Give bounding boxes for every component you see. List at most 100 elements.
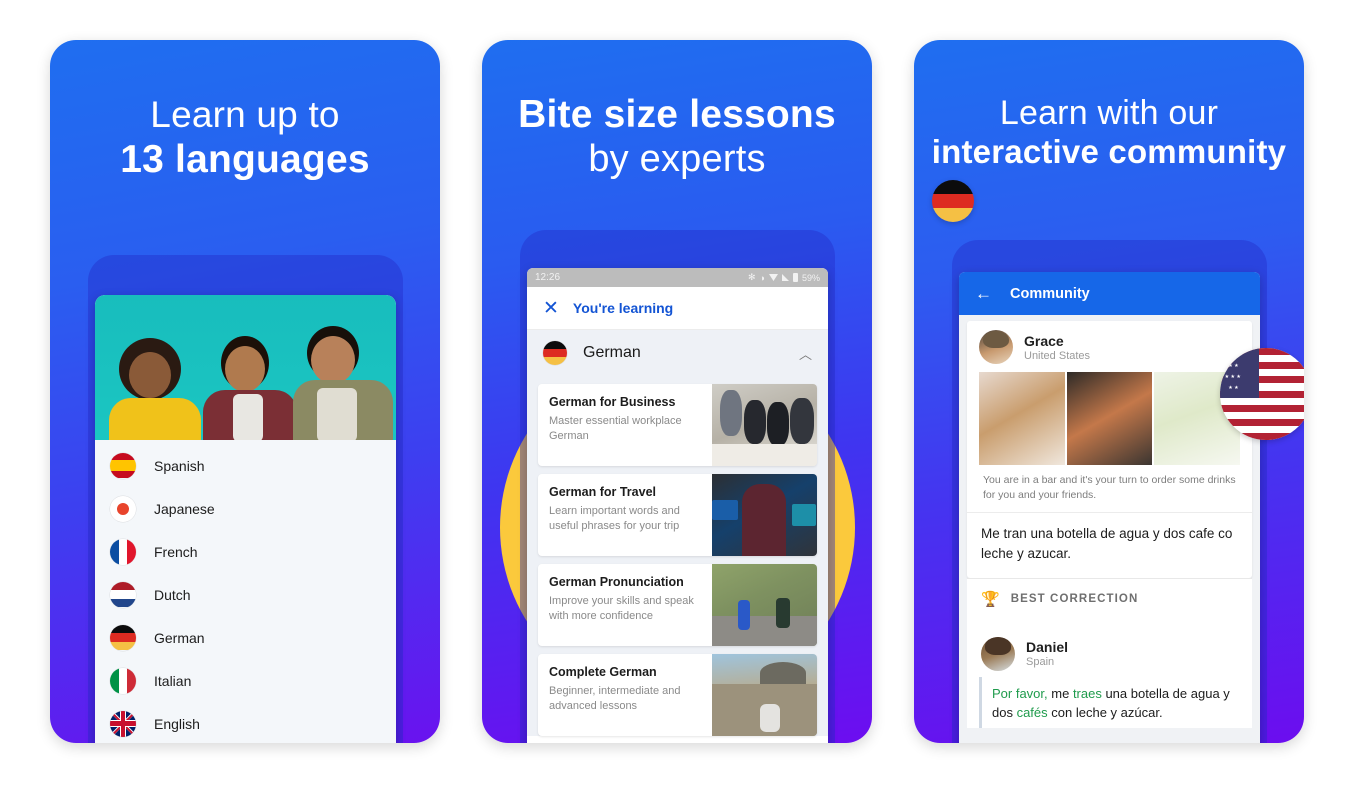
- lesson-title: German for Travel: [549, 485, 656, 499]
- panel-3-headline: Learn with our interactive community: [914, 40, 1304, 172]
- best-correction-label: BEST CORRECTION: [1010, 592, 1139, 605]
- best-correction-bar: 🏆 BEST CORRECTION: [967, 577, 1252, 619]
- phone-mockup-community: ← Community Grace United States You are …: [959, 272, 1260, 743]
- selected-language-label: German: [583, 344, 641, 361]
- panel-2-headline: Bite size lessons by experts: [482, 40, 872, 181]
- headline-line-2: 13 languages: [120, 137, 370, 181]
- germany-flag-icon: [110, 624, 136, 651]
- close-icon[interactable]: ✕: [543, 299, 559, 318]
- correction-highlight-1: Por favor,: [992, 685, 1048, 701]
- list-item[interactable]: Japanese: [95, 487, 396, 530]
- correction-highlight-2: traes: [1072, 685, 1102, 701]
- android-status-bar: 12:26 ✻ ◑ 59%: [527, 268, 828, 287]
- list-item[interactable]: German: [95, 616, 396, 659]
- author-country: Spain: [1026, 656, 1055, 669]
- hero-photo-friends: [95, 295, 396, 440]
- panel-1-headline: Learn up to 13 languages: [50, 40, 440, 182]
- correction-highlight-3: cafés: [1016, 704, 1048, 720]
- list-item[interactable]: Italian: [95, 659, 396, 702]
- france-flag-icon: [110, 538, 136, 565]
- back-arrow-icon[interactable]: ←: [975, 284, 992, 304]
- list-item[interactable]: German for Travel Learn important words …: [538, 474, 817, 556]
- signal-icon: [781, 274, 789, 281]
- status-icons: ✻ ◑ 59%: [748, 272, 820, 283]
- language-label: Dutch: [154, 586, 191, 603]
- netherlands-flag-icon: [110, 581, 136, 608]
- panel-community: Learn with our interactive community ← C…: [914, 40, 1304, 743]
- status-time: 12:26: [535, 272, 561, 283]
- lesson-subtitle: Learn important words and useful phrases…: [549, 505, 680, 532]
- list-item[interactable]: Dutch: [95, 573, 396, 616]
- phone-mockup-lessons: 12:26 ✻ ◑ 59% ✕ You're learning German ︿: [527, 268, 828, 743]
- list-item[interactable]: Spanish: [95, 444, 396, 487]
- panel-lessons: Bite size lessons by experts 12:26 ✻ ◑ 5…: [482, 40, 872, 743]
- language-label: English: [154, 715, 200, 732]
- headline-line-2: interactive community: [931, 133, 1287, 171]
- list-item[interactable]: English: [95, 702, 396, 743]
- post-prompt: You are in a bar and it's your turn to o…: [967, 465, 1252, 514]
- community-post: Grace United States You are in a bar and…: [967, 321, 1252, 578]
- wifi-icon: [768, 274, 778, 281]
- list-item[interactable]: French: [95, 530, 396, 573]
- lesson-thumbnail: [712, 564, 817, 646]
- post-answer: Me tran una botella de agua y dos cafe c…: [981, 526, 1233, 561]
- japan-flag-icon: [110, 495, 136, 522]
- best-correction-block: Daniel Spain Por favor, me traes una bot…: [967, 618, 1252, 729]
- lesson-text: Complete German Beginner, intermediate a…: [538, 654, 712, 736]
- lesson-thumbnail: [712, 384, 817, 466]
- chevron-up-icon[interactable]: ︿: [799, 344, 812, 363]
- post-photo: [979, 372, 1065, 465]
- headline-line-1: Bite size lessons: [518, 93, 836, 136]
- headline-line-1: Learn up to: [150, 94, 340, 135]
- author-name: Daniel: [1026, 639, 1069, 656]
- battery-percent: 59%: [801, 272, 820, 283]
- lesson-subtitle: Master essential workplace German: [549, 415, 682, 442]
- bluetooth-icon: ✻: [748, 272, 756, 282]
- headline-line-1: Learn with our: [999, 94, 1219, 132]
- list-item[interactable]: German Pronunciation Improve your skills…: [538, 564, 817, 646]
- panel-languages: Learn up to 13 languages Spanish Japanes…: [50, 40, 440, 743]
- trophy-icon: 🏆: [981, 590, 1000, 608]
- language-label: German: [154, 629, 205, 646]
- dnd-icon: ◑: [759, 272, 765, 283]
- lesson-subtitle: Improve your skills and speak with more …: [549, 595, 694, 622]
- lesson-text: German Pronunciation Improve your skills…: [538, 564, 712, 646]
- screenshot-gallery: Learn up to 13 languages Spanish Japanes…: [0, 0, 1350, 783]
- avatar: [981, 636, 1015, 671]
- selected-language-row[interactable]: German ︿: [527, 330, 828, 376]
- post-author[interactable]: Grace United States: [967, 321, 1252, 372]
- avatar: [979, 330, 1013, 364]
- post-photo: [1066, 372, 1153, 465]
- list-item[interactable]: Complete German Beginner, intermediate a…: [538, 654, 817, 736]
- lesson-title: Complete German: [549, 665, 657, 679]
- language-label: Italian: [154, 672, 192, 689]
- page-title: Community: [1010, 285, 1090, 302]
- italy-flag-icon: [110, 667, 136, 694]
- youre-learning-label: You're learning: [572, 300, 674, 316]
- battery-icon: [792, 273, 798, 282]
- headline-line-2: by experts: [588, 138, 766, 181]
- list-item[interactable]: German for Business Master essential wor…: [538, 384, 817, 466]
- correction-plain-3: con leche y azúcar.: [1047, 704, 1163, 720]
- language-label: French: [154, 543, 198, 560]
- lesson-thumbnail: [712, 474, 817, 556]
- lesson-title: German for Business: [549, 395, 676, 409]
- usa-flag-icon: ★ ★ ★ ★ ★ ★ ★ ★ ★ ★: [1220, 348, 1304, 440]
- lesson-title: German Pronunciation: [549, 575, 684, 589]
- germany-flag-icon: [543, 341, 567, 365]
- lesson-subtitle: Beginner, intermediate and advanced less…: [549, 685, 681, 712]
- post-photo-strip[interactable]: [967, 372, 1252, 465]
- community-header: ← Community: [959, 272, 1260, 315]
- author-country: United States: [1024, 349, 1091, 362]
- phone-mockup-languages: Spanish Japanese French Dutch German Ita…: [95, 295, 396, 743]
- germany-flag-icon: [932, 180, 974, 222]
- lesson-card-list: German for Business Master essential wor…: [527, 376, 828, 736]
- youre-learning-bar: ✕ You're learning: [527, 287, 828, 330]
- correction-author[interactable]: Daniel Spain: [979, 629, 1240, 677]
- lesson-text: German for Business Master essential wor…: [538, 384, 712, 466]
- author-name: Grace: [1024, 332, 1064, 349]
- lesson-thumbnail: [712, 654, 817, 736]
- language-list[interactable]: Spanish Japanese French Dutch German Ita…: [95, 440, 396, 743]
- spain-flag-icon: [110, 452, 136, 479]
- correction-plain-1: me: [1047, 685, 1073, 701]
